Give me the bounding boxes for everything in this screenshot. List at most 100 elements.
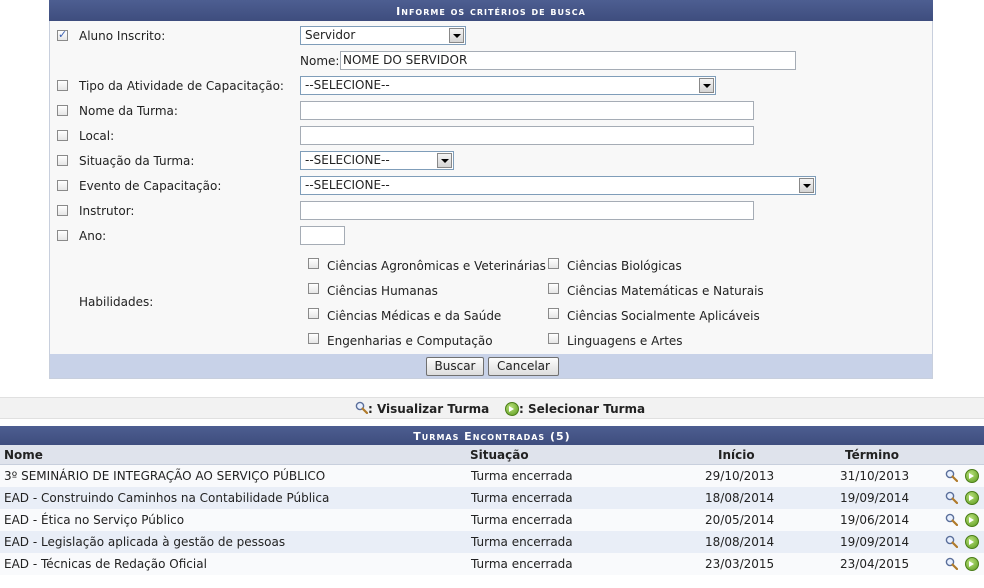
habilidade-checkbox[interactable]	[548, 258, 559, 269]
habilidade-checkbox[interactable]	[548, 333, 559, 344]
instrutor-checkbox[interactable]	[57, 205, 68, 216]
local-checkbox[interactable]	[57, 130, 68, 141]
habilidade-checkbox[interactable]	[308, 333, 319, 344]
magnifier-icon	[355, 401, 368, 414]
search-panel-title: Informe os critérios de busca	[49, 0, 933, 21]
row-inicio: 29/10/2013	[705, 469, 775, 483]
results-title: Turmas Encontradas (5)	[0, 426, 984, 445]
legend-visualizar-text: : Visualizar Turma	[368, 402, 490, 416]
column-nome: Nome	[4, 448, 43, 462]
habilidade-checkbox[interactable]	[548, 308, 559, 319]
row-inicio: 23/03/2015	[705, 557, 775, 571]
situacao-turma-select[interactable]: --SELECIONE--	[300, 151, 454, 170]
nome-label: Nome:	[300, 54, 340, 68]
habilidade-label: Ciências Agronômicas e Veterinárias	[327, 259, 546, 273]
habilidade-label: Linguagens e Artes	[567, 334, 683, 348]
view-turma-icon[interactable]	[945, 535, 958, 548]
aluno-inscrito-label: Aluno Inscrito:	[79, 29, 166, 43]
table-row: EAD - Construindo Caminhos na Contabilid…	[0, 487, 984, 509]
evento-capacitacao-value: --SELECIONE--	[305, 178, 390, 192]
nome-turma-label: Nome da Turma:	[79, 104, 178, 118]
aluno-type-select[interactable]: Servidor	[300, 26, 466, 45]
habilidade-label: Ciências Matemáticas e Naturais	[567, 284, 764, 298]
habilidade-checkbox[interactable]	[308, 283, 319, 294]
nome-turma-checkbox[interactable]	[57, 105, 68, 116]
row-nome: EAD - Legislação aplicada à gestão de pe…	[4, 535, 286, 549]
row-termino: 19/06/2014	[840, 513, 910, 527]
instrutor-input[interactable]	[300, 201, 754, 220]
evento-capacitacao-checkbox[interactable]	[57, 180, 68, 191]
row-nome: EAD - Construindo Caminhos na Contabilid…	[4, 491, 330, 505]
table-row: 3º SEMINÁRIO DE INTEGRAÇÃO AO SERVIÇO PÚ…	[0, 465, 984, 487]
tipo-atividade-value: --SELECIONE--	[305, 78, 390, 92]
column-inicio: Início	[718, 448, 755, 462]
chevron-down-icon[interactable]	[799, 178, 814, 193]
situacao-turma-value: --SELECIONE--	[305, 153, 390, 167]
row-nome: EAD - Técnicas de Redação Oficial	[4, 557, 207, 571]
select-turma-icon[interactable]	[965, 535, 979, 549]
table-row: EAD - Ética no Serviço Público Turma enc…	[0, 509, 984, 531]
habilidades-label: Habilidades:	[79, 295, 154, 309]
habilidade-checkbox[interactable]	[308, 258, 319, 269]
local-input[interactable]	[300, 126, 754, 145]
row-situacao: Turma encerrada	[471, 513, 573, 527]
view-turma-icon[interactable]	[945, 491, 958, 504]
table-row: EAD - Legislação aplicada à gestão de pe…	[0, 531, 984, 553]
ano-input[interactable]	[300, 226, 345, 245]
evento-capacitacao-label: Evento de Capacitação:	[79, 179, 222, 193]
instrutor-label: Instrutor:	[79, 204, 135, 218]
row-nome: EAD - Ética no Serviço Público	[4, 513, 185, 527]
habilidade-checkbox[interactable]	[308, 308, 319, 319]
select-turma-icon[interactable]	[965, 513, 979, 527]
select-turma-icon[interactable]	[965, 469, 979, 483]
situacao-turma-label: Situação da Turma:	[79, 154, 195, 168]
select-turma-icon[interactable]	[965, 491, 979, 505]
view-turma-icon[interactable]	[945, 469, 958, 482]
situacao-turma-checkbox[interactable]	[57, 155, 68, 166]
row-termino: 31/10/2013	[840, 469, 910, 483]
aluno-inscrito-checkbox[interactable]	[57, 28, 68, 41]
table-row: EAD - Técnicas de Redação Oficial Turma …	[0, 553, 984, 575]
row-inicio: 20/05/2014	[705, 513, 775, 527]
tipo-atividade-checkbox[interactable]	[57, 80, 68, 91]
local-label: Local:	[79, 129, 115, 143]
select-turma-icon[interactable]	[965, 557, 979, 571]
row-inicio: 18/08/2014	[705, 491, 775, 505]
nome-turma-input[interactable]	[300, 101, 754, 120]
column-situacao: Situação	[470, 448, 529, 462]
habilidade-checkbox[interactable]	[548, 283, 559, 294]
evento-capacitacao-select[interactable]: --SELECIONE--	[300, 176, 816, 195]
results-column-header: Nome Situação Início Término	[0, 445, 984, 465]
green-arrow-icon	[505, 402, 519, 416]
row-situacao: Turma encerrada	[471, 491, 573, 505]
tipo-atividade-select[interactable]: --SELECIONE--	[300, 76, 716, 95]
chevron-down-icon[interactable]	[437, 153, 452, 168]
row-termino: 19/09/2014	[840, 535, 910, 549]
row-situacao: Turma encerrada	[471, 469, 573, 483]
view-turma-icon[interactable]	[945, 557, 958, 570]
row-nome: 3º SEMINÁRIO DE INTEGRAÇÃO AO SERVIÇO PÚ…	[4, 469, 326, 483]
aluno-type-value: Servidor	[305, 28, 356, 42]
ano-label: Ano:	[79, 229, 107, 243]
nome-servidor-input[interactable]: NOME DO SERVIDOR	[340, 51, 796, 70]
habilidade-label: Ciências Médicas e da Saúde	[327, 309, 502, 323]
row-termino: 23/04/2015	[840, 557, 910, 571]
row-termino: 19/09/2014	[840, 491, 910, 505]
row-situacao: Turma encerrada	[471, 535, 573, 549]
habilidade-label: Engenharias e Computação	[327, 334, 493, 348]
icon-legend	[0, 397, 984, 419]
buscar-button[interactable]: Buscar	[426, 357, 484, 376]
cancelar-button[interactable]: Cancelar	[488, 357, 559, 376]
chevron-down-icon[interactable]	[449, 28, 464, 43]
row-inicio: 18/08/2014	[705, 535, 775, 549]
habilidade-label: Ciências Humanas	[327, 284, 438, 298]
row-situacao: Turma encerrada	[471, 557, 573, 571]
column-termino: Término	[845, 448, 900, 462]
chevron-down-icon[interactable]	[699, 78, 714, 93]
habilidade-label: Ciências Socialmente Aplicáveis	[567, 309, 760, 323]
view-turma-icon[interactable]	[945, 513, 958, 526]
ano-checkbox[interactable]	[57, 230, 68, 241]
legend-selecionar-text: : Selecionar Turma	[519, 402, 646, 416]
tipo-atividade-label: Tipo da Atividade de Capacitação:	[79, 79, 284, 93]
habilidade-label: Ciências Biológicas	[567, 259, 682, 273]
